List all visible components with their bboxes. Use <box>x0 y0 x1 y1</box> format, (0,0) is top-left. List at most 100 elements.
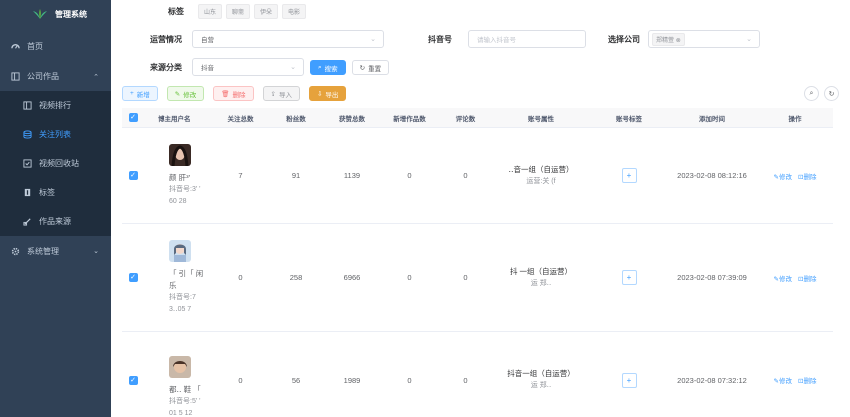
account-operator: 运营:关 (f <box>526 177 556 185</box>
anchor-name: 「 引「 闲 <box>169 268 204 278</box>
column-header: 博主用户名 <box>158 115 191 123</box>
search-button[interactable]: ⌕ 搜索 <box>310 60 346 75</box>
search-icon: ⌕ <box>809 89 814 97</box>
tag-filter-row: 标签 山东 聊斋 伊朵 电影 <box>168 4 307 19</box>
douyin-input[interactable]: 请输入抖音号 <box>468 30 586 48</box>
account-attr: 抖 一组（自运营） <box>509 266 573 276</box>
logo: 管理系统 <box>0 0 111 28</box>
sidebar-item-home[interactable]: 首页 <box>0 30 111 62</box>
sidebar-item-tags[interactable]: 标签 <box>0 178 111 207</box>
sidebar-item-company-works[interactable]: 公司作品 ⌃ <box>0 62 111 91</box>
tag-icon <box>22 188 32 198</box>
add-tag-button[interactable]: + <box>621 270 637 285</box>
column-header: 新增作品数 <box>393 115 426 123</box>
new-works-count: 0 <box>407 273 412 282</box>
account-tag-cell: + <box>591 168 667 183</box>
operation-select[interactable]: 自营 ⌄ <box>192 30 384 48</box>
column-header: 操作 <box>788 115 802 123</box>
sidebar-item-follow-list[interactable]: 关注列表 <box>0 120 111 149</box>
logo-icon <box>33 9 47 19</box>
search-toggle-button[interactable]: ⌕ <box>804 86 819 101</box>
fans-count: 258 <box>289 273 303 282</box>
douyin-filter: 抖音号 请输入抖音号 <box>428 30 586 48</box>
sidebar-item-label: 作品来源 <box>39 217 71 226</box>
likes-count: 6966 <box>343 273 361 282</box>
sidebar-item-work-source[interactable]: 作品来源 <box>0 207 111 236</box>
company-chip[interactable]: 郑精萱 ⊗ <box>652 32 685 46</box>
tag-chip[interactable]: 聊斋 <box>226 4 251 19</box>
reset-button-label: 重置 <box>368 65 382 73</box>
row-select-cell: ✓ <box>122 171 144 180</box>
row-edit-link[interactable]: ✎修改 <box>774 171 792 181</box>
toolbar: + 新增 ✎ 修改 🗑 删除 ⇪ 导入 ⇩ 导出 <box>122 86 347 101</box>
anchor-cell: 都‥ 鞋 「 抖音号:5' ' 01 5 12 <box>144 340 214 417</box>
sidebar-item-system[interactable]: 系统管理 ⌄ <box>0 236 111 266</box>
export-button[interactable]: ⇩ 导出 <box>308 86 347 101</box>
row-checkbox[interactable]: ✓ <box>128 273 138 282</box>
anchor-douyin-cont: 60 28 <box>169 197 187 205</box>
avatar <box>169 239 191 262</box>
company-select[interactable]: 郑精萱 ⊗ ⌄ <box>648 30 760 48</box>
tag-chip[interactable]: 山东 <box>198 4 223 19</box>
company-chip-label: 郑精萱 <box>656 37 675 44</box>
column-header: 获赞总数 <box>339 115 365 123</box>
select-all-checkbox[interactable]: ✓ <box>128 113 138 122</box>
data-table: ✓ 博主用户名 关注总数 粉丝数 获赞总数 新增作品数 评论数 账号属性 账号标… <box>122 108 833 417</box>
delete-button[interactable]: 🗑 删除 <box>213 86 254 101</box>
anchor-douyin: 抖音号:5' ' <box>169 398 201 405</box>
table-row[interactable]: ✓ 都‥ 鞋 「 抖音号:5' ' 01 5 12 0 56 1989 0 0 … <box>122 332 833 417</box>
row-select-cell: ✓ <box>122 375 144 385</box>
gear-icon <box>10 246 20 256</box>
edit-icon: ✎ <box>174 90 181 98</box>
sidebar-item-label: 关注列表 <box>39 130 71 139</box>
trash-icon: 🗑 <box>221 90 230 98</box>
main-content: 标签 山东 聊斋 伊朵 电影 运营情况 自营 ⌄ 抖音号 请输入抖音号 选择公司… <box>111 0 850 417</box>
chevron-down-icon: ⌄ <box>93 248 99 255</box>
export-button-label: 导出 <box>325 91 339 99</box>
close-icon[interactable]: ⊗ <box>676 38 681 44</box>
anchor-name: 颜 肝³' <box>169 172 191 182</box>
table-row[interactable]: ✓ 颜 肝³' 抖音号:3' ' 60 28 7 91 1139 0 0 ‥音一… <box>122 128 833 224</box>
add-tag-button[interactable]: + <box>621 372 637 388</box>
anchor-douyin-cont: 01 5 12 <box>169 410 193 417</box>
row-delete-link[interactable]: ⊡删除 <box>798 273 816 283</box>
table-row[interactable]: ✓ 「 引「 闲 乐 抖音号:7 3‥05 7 0 258 6966 0 0 抖 <box>122 224 833 332</box>
add-button[interactable]: + 新增 <box>122 86 158 101</box>
row-delete-link[interactable]: ⊡删除 <box>798 375 816 385</box>
import-button[interactable]: ⇪ 导入 <box>262 86 300 101</box>
row-edit-link[interactable]: ✎修改 <box>774 273 792 283</box>
source-select[interactable]: 抖音 ⌄ <box>192 58 304 76</box>
sidebar-item-video-recycle[interactable]: 视频回收站 <box>0 149 111 178</box>
anchor-name-cont: 乐 <box>169 280 177 290</box>
dashboard-icon <box>10 41 20 51</box>
edit-button-label: 修改 <box>183 91 197 99</box>
row-delete-link[interactable]: ⊡删除 <box>798 171 816 181</box>
source-icon <box>22 217 32 227</box>
operation-cell: ✎修改 ⊡删除 <box>757 375 833 385</box>
search-icon: ⌕ <box>318 63 322 71</box>
sidebar: 管理系统 首页 公司作品 ⌃ 视频排行 关注列表 视频回收站 标签 作品来源 系… <box>0 0 111 417</box>
operation-value: 自营 <box>201 37 214 44</box>
reset-button[interactable]: ↻ 重置 <box>351 60 390 75</box>
follow-count: 7 <box>238 171 243 180</box>
add-tag-button[interactable]: + <box>621 168 637 183</box>
refresh-button[interactable]: ↻ <box>824 86 839 101</box>
table-header: ✓ 博主用户名 关注总数 粉丝数 获赞总数 新增作品数 评论数 账号属性 账号标… <box>122 108 833 128</box>
comments-count: 0 <box>463 273 468 282</box>
import-button-label: 导入 <box>278 91 292 99</box>
edit-button[interactable]: ✎ 修改 <box>166 86 205 101</box>
tag-chip[interactable]: 伊朵 <box>254 4 279 19</box>
source-filter: 来源分类 抖音 ⌄ <box>150 58 304 76</box>
operation-label: 运营情况 <box>150 34 182 44</box>
tag-chip[interactable]: 电影 <box>282 4 307 19</box>
created-time: 2023-02-08 07:32:12 <box>677 375 747 385</box>
download-icon: ⇩ <box>316 90 323 98</box>
account-attr-cell: 抖 一组（自运营） 运 郑‥ <box>491 266 591 290</box>
row-delete-label: 删除 <box>803 378 817 385</box>
sidebar-item-video-ranking[interactable]: 视频排行 <box>0 91 111 120</box>
column-header: 关注总数 <box>227 115 254 123</box>
row-checkbox[interactable]: ✓ <box>128 375 138 385</box>
list-icon <box>22 130 32 140</box>
row-edit-link[interactable]: ✎修改 <box>774 375 792 385</box>
row-checkbox[interactable]: ✓ <box>128 171 138 180</box>
